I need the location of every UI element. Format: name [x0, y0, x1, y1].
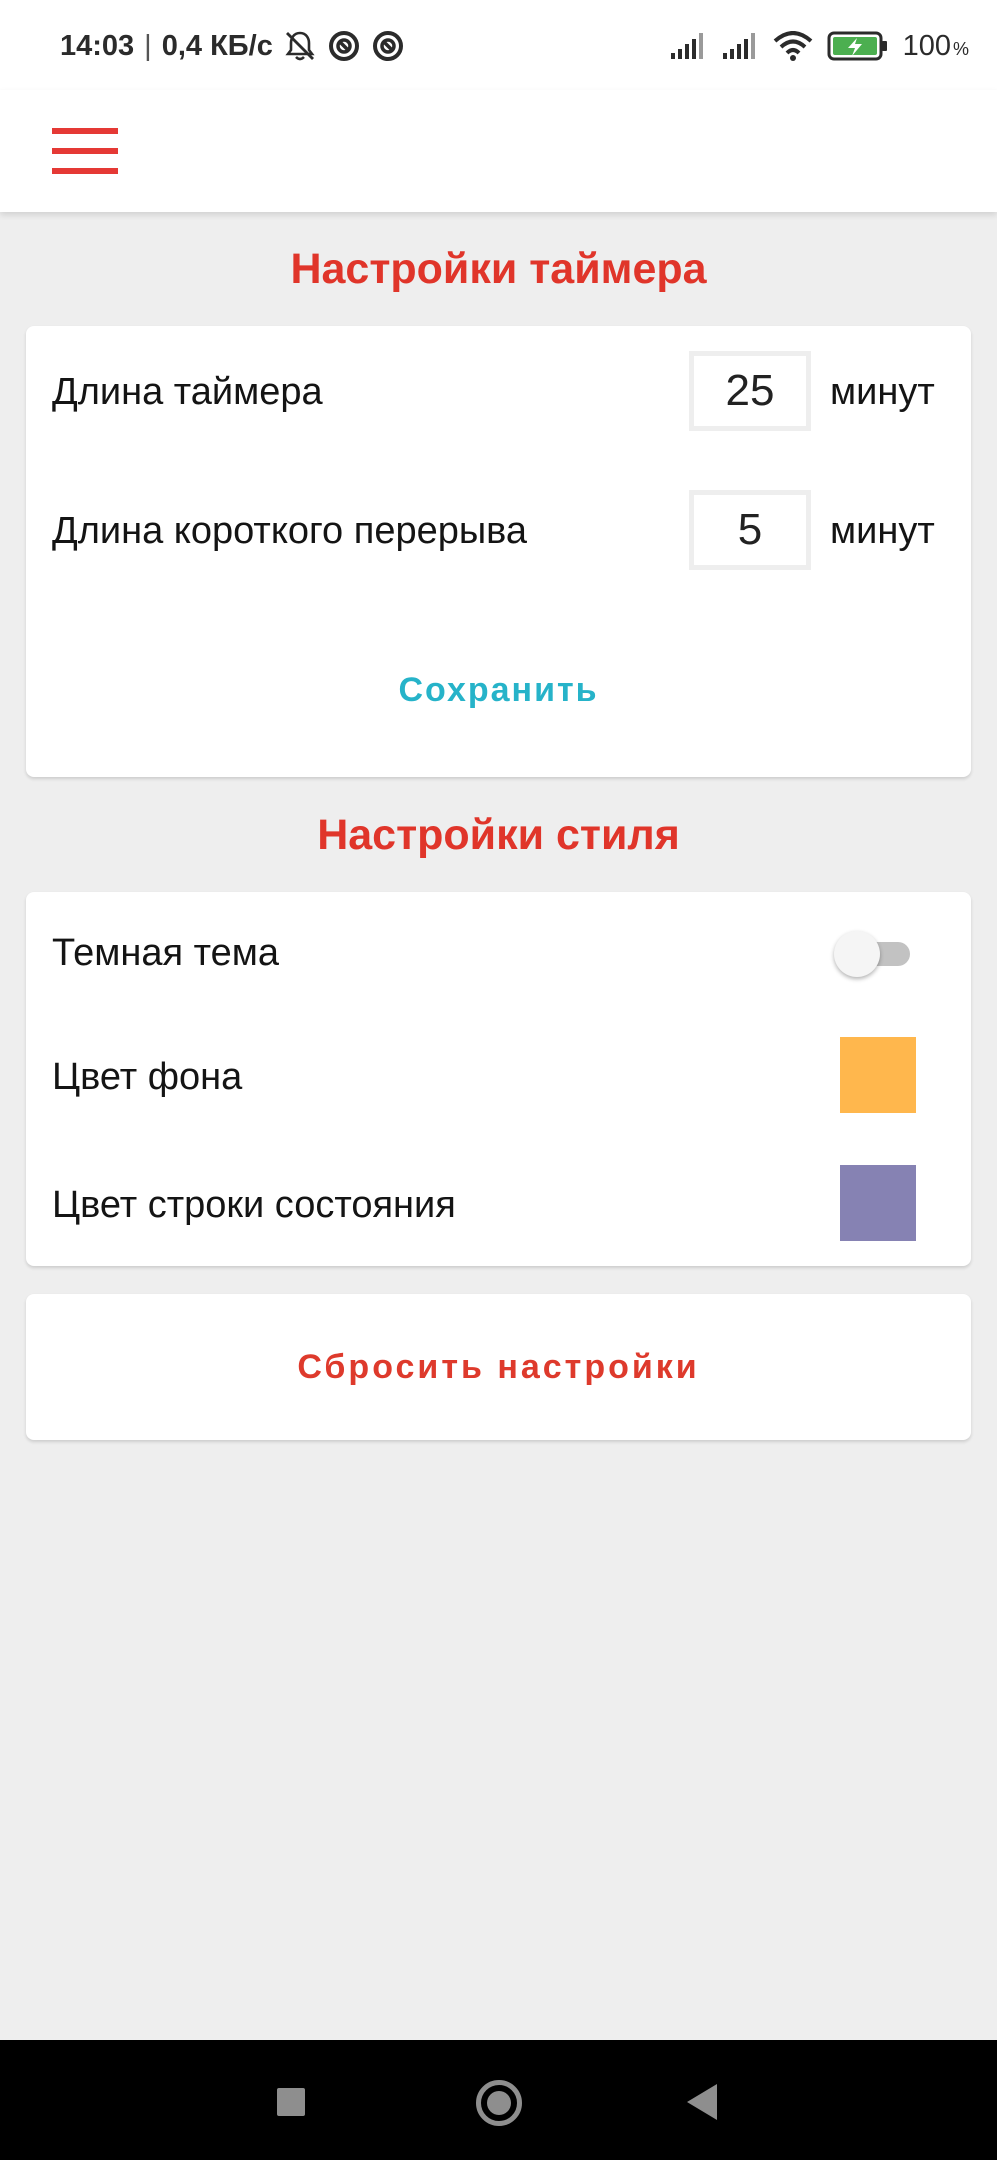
timer-settings-card: Длина таймера 25 минут Длина короткого п…: [26, 326, 971, 777]
menu-button[interactable]: [50, 118, 118, 184]
style-settings-card: Темная тема Цвет фона Цвет строки состоя…: [26, 892, 971, 1266]
status-separator: |: [144, 29, 152, 62]
network-speed: 0,4 КБ/с: [161, 29, 273, 62]
dark-theme-toggle[interactable]: [834, 929, 914, 977]
dark-theme-label: Темная тема: [52, 932, 279, 974]
reset-card: Сбросить настройки: [26, 1294, 971, 1440]
short-break-label: Длина короткого перерыва: [52, 510, 528, 552]
home-circle-icon[interactable]: [476, 2080, 522, 2126]
timer-length-label: Длина таймера: [52, 371, 323, 413]
background-color-label: Цвет фона: [52, 1056, 243, 1098]
status-bar-left: 14:03 | 0,4 КБ/с: [60, 26, 405, 66]
wifi-icon: [773, 31, 812, 61]
status-time: 14:03: [60, 29, 135, 62]
timer-length-unit: минут: [830, 371, 935, 413]
app-bar: [0, 90, 997, 212]
status-bar-right: 100%: [669, 26, 969, 66]
notifications-off-icon: [285, 31, 315, 61]
sync-icon: [372, 31, 403, 61]
short-break-unit: минут: [830, 510, 935, 552]
short-break-input[interactable]: 5: [689, 490, 811, 570]
sync-icon: [328, 31, 359, 61]
status-bar-color-swatch[interactable]: [840, 1165, 916, 1241]
status-bar: 14:03 | 0,4 КБ/с 100 %: [0, 0, 997, 90]
toggle-knob: [834, 931, 880, 977]
timer-length-input[interactable]: 25: [689, 351, 811, 431]
battery-charging-icon: [827, 31, 887, 61]
signal-icon: [670, 33, 703, 59]
status-bar-color-label: Цвет строки состояния: [52, 1184, 456, 1226]
save-button[interactable]: Сохранить: [26, 671, 971, 710]
timer-settings-title: Настройки таймера: [290, 245, 707, 293]
background-color-swatch[interactable]: [840, 1037, 916, 1113]
signal-icon: [722, 33, 755, 59]
style-settings-title: Настройки стиля: [317, 811, 680, 859]
navigation-bar: [0, 2040, 997, 2160]
reset-settings-button[interactable]: Сбросить настройки: [26, 1294, 971, 1440]
back-triangle-icon[interactable]: [687, 2084, 717, 2120]
battery-level: 100%: [902, 29, 969, 62]
recents-square-icon[interactable]: [277, 2088, 305, 2116]
